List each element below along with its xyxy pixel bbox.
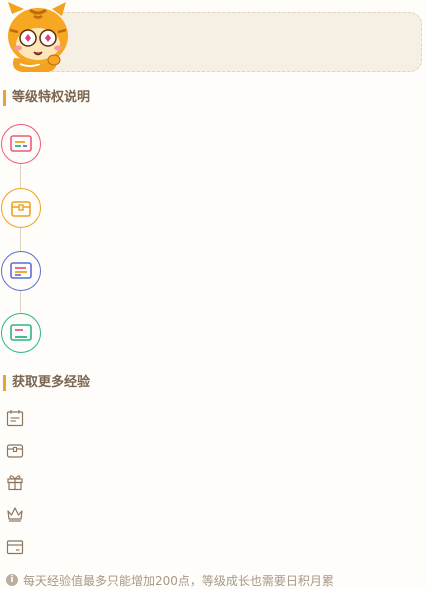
treasure-box-icon[interactable]: [6, 441, 24, 459]
calendar-icon[interactable]: [6, 409, 24, 427]
treasure-chest-icon[interactable]: [1, 188, 41, 228]
privileges-section-title: 等级特权说明: [3, 90, 90, 106]
wallet-icon[interactable]: [6, 538, 24, 556]
ticket-icon[interactable]: [1, 124, 41, 164]
info-icon: i: [6, 574, 18, 586]
tiger-mascot-icon: [0, 0, 76, 76]
card-icon[interactable]: [1, 313, 41, 353]
footer-note: i 每天经验值最多只能增加200点，等级成长也需要日积月累: [6, 572, 334, 588]
timeline-connector: [20, 146, 21, 336]
gift-icon[interactable]: [6, 473, 24, 491]
header-banner: [30, 12, 422, 72]
crown-icon[interactable]: [6, 505, 24, 523]
experience-section-title: 获取更多经验: [3, 375, 90, 391]
footer-note-text: 每天经验值最多只能增加200点，等级成长也需要日积月累: [23, 573, 334, 588]
coupon-icon[interactable]: [1, 251, 41, 291]
